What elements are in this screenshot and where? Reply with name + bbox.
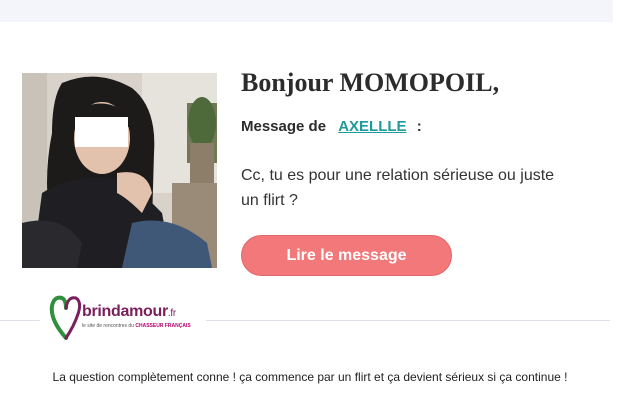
read-message-button[interactable]: Lire le message bbox=[241, 235, 452, 276]
logo-tagline-prefix: le site de rencontres du bbox=[82, 323, 134, 329]
footer-divider-right bbox=[206, 320, 610, 321]
sender-link[interactable]: AXELLLE bbox=[338, 118, 406, 135]
footer-divider-left bbox=[0, 320, 40, 321]
greeting-heading: Bonjour MOMOPOIL, bbox=[241, 68, 500, 97]
message-preview: Cc, tu es pour une relation sérieuse ou … bbox=[241, 167, 555, 209]
heart-logo-icon bbox=[49, 295, 82, 340]
caption-text: La question complètement conne ! ça comm… bbox=[52, 370, 568, 384]
top-band bbox=[0, 0, 615, 22]
logo-wordmark: brindamour.fr bbox=[82, 303, 176, 321]
logo-name: brindamour bbox=[82, 303, 168, 320]
sender-prefix: Message de bbox=[241, 118, 327, 135]
profile-photo-image bbox=[22, 73, 217, 268]
logo-tagline-brand: CHASSEUR FRANÇAIS bbox=[135, 323, 191, 329]
face-censor-box bbox=[75, 117, 128, 147]
right-edge bbox=[613, 0, 620, 415]
logo-tld: .fr bbox=[167, 308, 176, 319]
sender-suffix: : bbox=[416, 118, 422, 135]
profile-photo[interactable] bbox=[22, 73, 217, 268]
brindamour-logo[interactable]: brindamour.fr le site de rencontres du C… bbox=[48, 290, 198, 342]
sender-line: Message de AXELLLE : bbox=[241, 118, 422, 135]
logo-tagline: le site de rencontres du CHASSEUR FRANÇA… bbox=[82, 323, 191, 329]
